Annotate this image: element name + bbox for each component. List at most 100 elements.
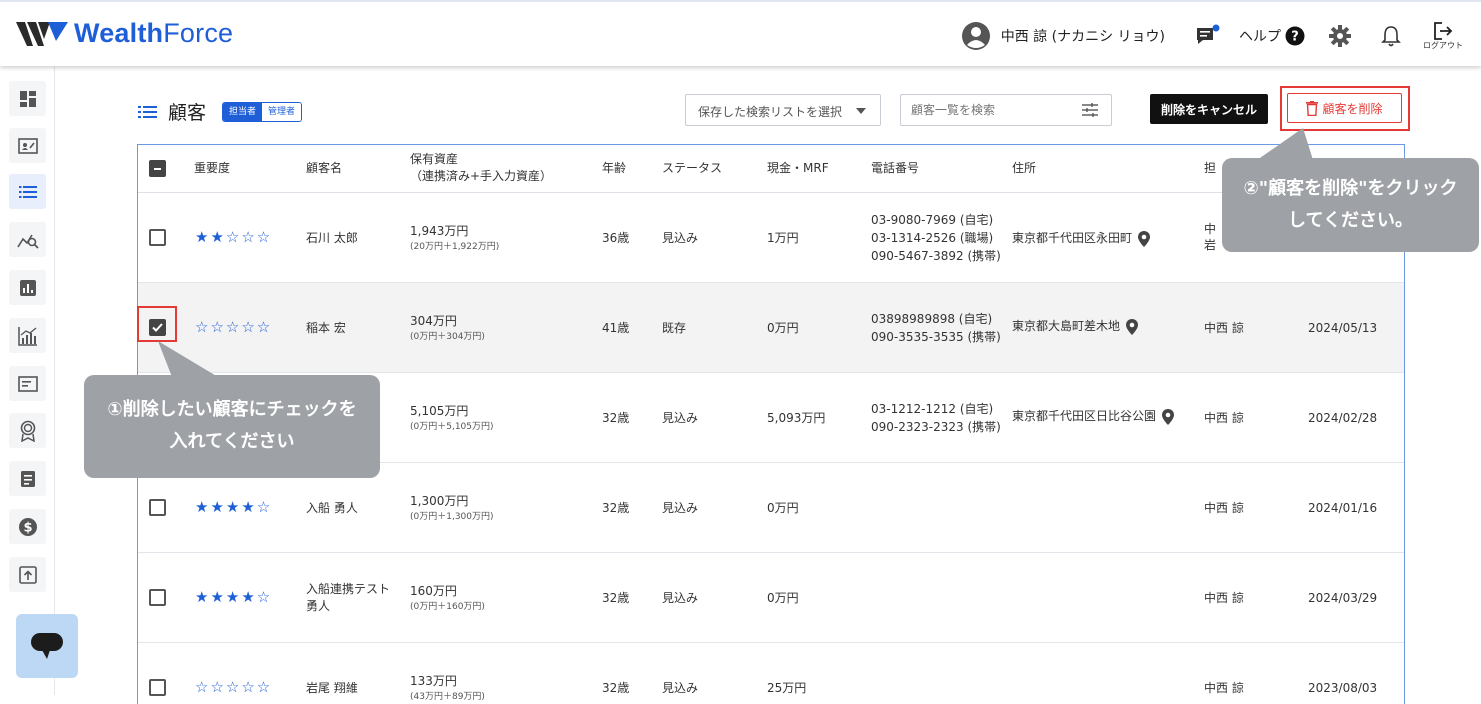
address: 東京都千代田区永田町 <box>1012 230 1151 247</box>
sidebar-item-analytics[interactable] <box>9 222 46 257</box>
profile-card-icon <box>17 137 38 154</box>
importance-stars[interactable]: ★★★★☆ <box>195 588 272 606</box>
row-checkbox[interactable] <box>149 499 166 516</box>
callout-step2-line2: してください。 <box>1288 210 1413 231</box>
callout-step1-line1: ①削除したい顧客にチェックを <box>107 399 357 420</box>
table-row[interactable]: ☆☆☆☆☆ 稲本 宏 304万円 (0万円＋304万円) 41歳 既存 0万円 … <box>138 283 1404 373</box>
row-checkbox[interactable] <box>149 229 166 246</box>
customer-name[interactable]: 岩尾 翔維 <box>306 680 358 696</box>
col-cash[interactable]: 現金・MRF <box>767 161 829 176</box>
age: 32歳 <box>602 681 630 695</box>
customer-name-line2[interactable]: 勇人 <box>306 598 330 614</box>
logo-text: WealthForce <box>74 18 234 48</box>
table-row[interactable]: ★★☆☆☆ 石川 太郎 1,943万円 (20万円＋1,922万円) 36歳 見… <box>138 193 1404 283</box>
phone-home: 03898989898 (自宅) <box>871 312 993 326</box>
importance-stars[interactable]: ★★★★☆ <box>195 498 272 516</box>
customer-name[interactable]: 入船 勇人 <box>306 500 358 516</box>
growth-chart-icon <box>17 326 37 346</box>
col-owner[interactable]: 担 <box>1204 161 1216 176</box>
filter-sliders-icon[interactable] <box>1081 102 1099 118</box>
col-name[interactable]: 顧客名 <box>306 161 342 176</box>
address: 東京都千代田区日比谷公園 <box>1012 408 1175 425</box>
sidebar-item-documents[interactable] <box>9 366 46 401</box>
callout-pointer-2 <box>1257 128 1313 160</box>
age: 32歳 <box>602 411 630 425</box>
customer-name[interactable]: 入船連携テスト <box>306 581 390 597</box>
row-checkbox[interactable] <box>149 679 166 696</box>
sidebar-item-notes[interactable] <box>9 461 46 496</box>
owner: 中西 諒 <box>1204 321 1244 335</box>
col-status[interactable]: ステータス <box>662 161 722 176</box>
last-updated: 2023/08/03 <box>1308 681 1378 695</box>
app-header: WealthForce 中西 諒 (ナカニシ リョウ) ヘルプ ? ログアウト <box>0 0 1481 66</box>
user-name[interactable]: 中西 諒 (ナカニシ リョウ) <box>1001 26 1165 46</box>
dashboard-icon <box>19 90 36 107</box>
callout-step2-line1: ②"顧客を削除"をクリック <box>1243 178 1458 199</box>
callout-pointer-1 <box>158 341 218 377</box>
sidebar-item-customers[interactable] <box>9 174 46 209</box>
assets-total: 1,300万円 <box>410 494 469 508</box>
sidebar-item-upload[interactable] <box>9 557 46 592</box>
saved-search-select[interactable]: 保存した検索リストを選択 <box>685 94 881 126</box>
help-label[interactable]: ヘルプ <box>1239 26 1281 46</box>
help-icon[interactable]: ? <box>1285 26 1305 46</box>
bell-icon[interactable] <box>1381 25 1401 47</box>
logout-icon <box>1434 22 1453 40</box>
col-assets-sub: （連携済み+手入力資産） <box>410 169 553 183</box>
gear-icon[interactable] <box>1329 24 1351 47</box>
sidebar-item-awards[interactable] <box>9 413 46 448</box>
logo[interactable]: WealthForce <box>16 18 233 49</box>
user-avatar-icon[interactable] <box>961 21 991 51</box>
assets-breakdown: (0万円＋5,105万円) <box>410 422 494 432</box>
col-importance[interactable]: 重要度 <box>194 161 230 176</box>
sidebar-item-reports[interactable] <box>9 270 46 305</box>
role-toggle-admin[interactable]: 管理者 <box>262 102 302 121</box>
select-all-checkbox[interactable] <box>149 160 166 177</box>
cash: 0万円 <box>767 501 799 515</box>
age: 41歳 <box>602 321 630 335</box>
customer-name[interactable]: 稲本 宏 <box>306 320 346 336</box>
trash-icon <box>1306 100 1319 116</box>
table-header: 重要度 顧客名 保有資産 （連携済み+手入力資産） 年齢 ステータス 現金・MR… <box>138 145 1404 193</box>
award-icon <box>20 420 35 442</box>
importance-stars[interactable]: ☆☆☆☆☆ <box>195 678 272 696</box>
importance-stars[interactable]: ★★☆☆☆ <box>195 228 272 246</box>
row-checkbox[interactable] <box>149 589 166 606</box>
delete-customer-label: 顧客を削除 <box>1322 101 1383 116</box>
messages-icon[interactable] <box>1195 24 1221 48</box>
instruction-callout-step1: ①削除したい顧客にチェックを 入れてください <box>84 375 380 478</box>
sidebar-item-growth[interactable] <box>9 318 46 353</box>
sidebar-item-profile[interactable] <box>9 128 46 163</box>
col-age[interactable]: 年齢 <box>602 161 626 176</box>
cash: 1万円 <box>767 231 799 245</box>
col-address[interactable]: 住所 <box>1012 161 1036 176</box>
list-icon <box>138 105 157 118</box>
last-updated: 2024/01/16 <box>1308 501 1378 515</box>
map-pin-icon[interactable] <box>1126 318 1139 335</box>
table-row[interactable]: ★★★★☆ 入船連携テスト 勇人 160万円 (0万円＋160万円) 32歳 見… <box>138 553 1404 643</box>
assets-breakdown: (43万円＋89万円) <box>410 692 485 702</box>
status: 見込み <box>662 681 699 695</box>
assets-total: 1,943万円 <box>410 224 469 238</box>
assets-total: 304万円 <box>410 314 457 328</box>
logout-button[interactable]: ログアウト <box>1423 20 1463 51</box>
svg-text:$: $ <box>23 520 32 535</box>
col-assets[interactable]: 保有資産 <box>410 152 458 167</box>
customer-name[interactable]: 石川 太郎 <box>306 230 358 246</box>
col-phone[interactable]: 電話番号 <box>871 161 919 176</box>
role-toggle-owner[interactable]: 担当者 <box>223 102 263 121</box>
importance-stars[interactable]: ☆☆☆☆☆ <box>195 318 272 336</box>
sidebar-item-dashboard[interactable] <box>9 81 46 116</box>
cancel-delete-button[interactable]: 削除をキャンセル <box>1150 94 1268 124</box>
phone-mobile: 090-5467-3892 (携帯) <box>871 249 1001 263</box>
map-pin-icon[interactable] <box>1138 230 1151 247</box>
bar-chart-icon <box>19 279 36 296</box>
sidebar-item-finance[interactable]: $ <box>9 509 46 544</box>
status: 既存 <box>662 321 687 335</box>
cash: 5,093万円 <box>767 411 826 425</box>
delete-customer-button[interactable]: 顧客を削除 <box>1287 93 1402 123</box>
map-pin-icon[interactable] <box>1162 408 1175 425</box>
status: 見込み <box>662 231 699 245</box>
age: 32歳 <box>602 501 630 515</box>
callout-step1-line2: 入れてください <box>169 431 295 452</box>
